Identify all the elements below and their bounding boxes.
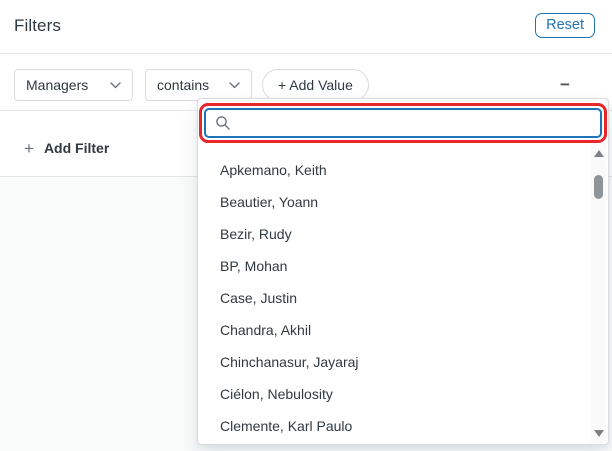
scroll-up-button[interactable] — [591, 145, 606, 161]
dropdown-scrollbar[interactable] — [591, 143, 606, 443]
values-option-list: Apkemano, Keith Beautier, Yoann Bezir, R… — [198, 154, 592, 442]
list-item[interactable]: Beautier, Yoann — [198, 186, 592, 218]
list-item[interactable]: Apkemano, Keith — [198, 154, 592, 186]
filter-operator-select[interactable]: contains — [145, 69, 252, 101]
scrollbar-thumb[interactable] — [594, 175, 603, 199]
scroll-down-button[interactable] — [591, 425, 606, 441]
list-item[interactable]: Clemente, Karl Paulo — [198, 410, 592, 442]
list-item[interactable]: Chinchanasur, Jayaraj — [198, 346, 592, 378]
reset-button[interactable]: Reset — [535, 13, 595, 38]
list-item[interactable]: BP, Mohan — [198, 250, 592, 282]
filter-field-value: Managers — [26, 77, 88, 93]
search-field-wrap — [204, 108, 602, 138]
add-filter-button[interactable]: + Add Filter — [24, 136, 109, 160]
chevron-down-icon — [110, 82, 121, 89]
list-item[interactable]: Chandra, Akhil — [198, 314, 592, 346]
filter-operator-value: contains — [157, 77, 209, 93]
plus-icon: + — [24, 140, 34, 157]
search-input[interactable] — [204, 108, 602, 138]
chevron-down-icon — [229, 82, 240, 89]
minus-icon: − — [560, 75, 570, 95]
filter-field-select[interactable]: Managers — [14, 69, 133, 101]
scroll-up-arrow-icon — [594, 150, 604, 157]
scroll-down-arrow-icon — [594, 430, 604, 437]
list-item[interactable]: Case, Justin — [198, 282, 592, 314]
add-filter-label: Add Filter — [44, 140, 109, 156]
list-item[interactable]: Bezir, Rudy — [198, 218, 592, 250]
header-divider — [0, 53, 612, 54]
values-dropdown-panel: Apkemano, Keith Beautier, Yoann Bezir, R… — [197, 98, 609, 445]
list-item[interactable]: Ciélon, Nebulosity — [198, 378, 592, 410]
add-value-button[interactable]: + Add Value — [262, 69, 369, 101]
remove-filter-button[interactable]: − — [550, 71, 580, 99]
page-title: Filters — [14, 16, 61, 36]
